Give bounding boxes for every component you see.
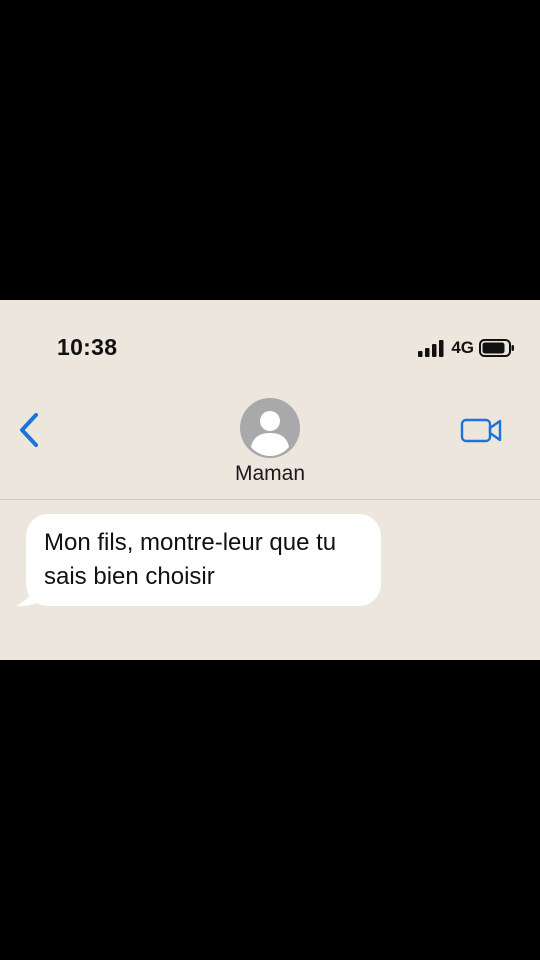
back-button[interactable] xyxy=(16,410,46,450)
battery-icon xyxy=(479,339,514,357)
incoming-message-bubble: Mon fils, montre-leur que tu sais bien c… xyxy=(26,514,381,606)
status-indicators: 4G xyxy=(418,338,515,358)
header-divider xyxy=(0,499,540,500)
messages-screen: 10:38 4G Maman Mon fils, montre-leur que… xyxy=(0,300,540,660)
contact-header[interactable]: Maman xyxy=(210,398,330,486)
video-call-button[interactable] xyxy=(458,414,506,446)
chevron-left-icon xyxy=(20,413,38,447)
status-time: 10:38 xyxy=(57,334,118,360)
video-camera-icon xyxy=(460,418,502,443)
letterbox-top xyxy=(0,0,540,300)
contact-name: Maman xyxy=(234,462,306,485)
network-type: 4G xyxy=(451,338,474,357)
signal-bars-icon xyxy=(418,340,444,357)
person-avatar-icon xyxy=(240,398,300,458)
letterbox-bottom xyxy=(0,660,540,960)
